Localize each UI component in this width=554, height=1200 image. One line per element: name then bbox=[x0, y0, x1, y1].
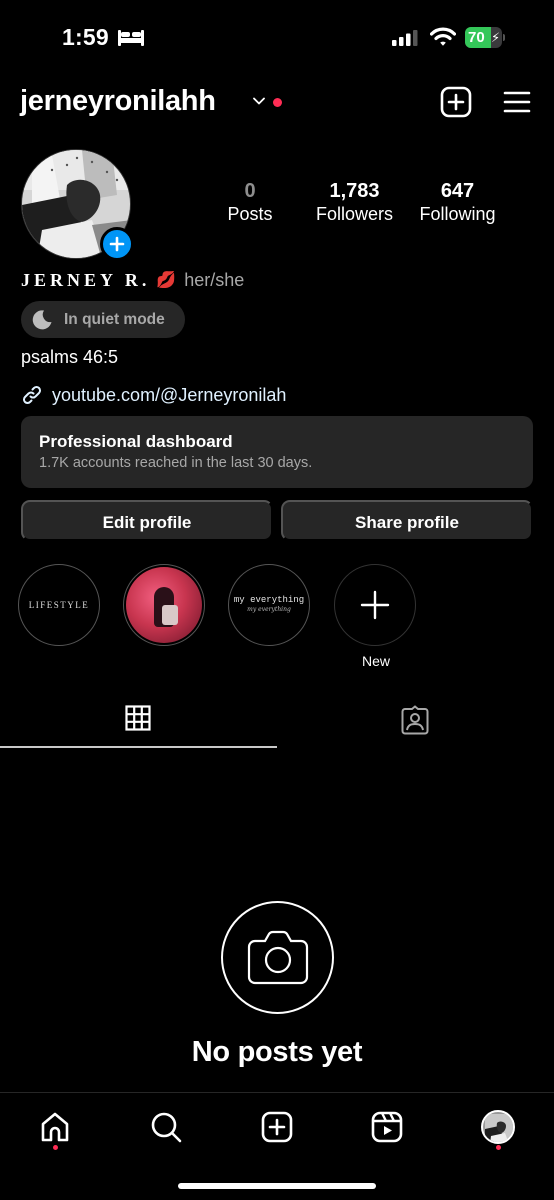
highlight-cover[interactable]: my everything my everything bbox=[228, 564, 310, 646]
stat-value: 1,783 bbox=[329, 180, 380, 202]
bio-link[interactable]: youtube.com/@Jerneyronilah bbox=[21, 383, 286, 407]
new-highlight-label: New bbox=[361, 653, 390, 669]
highlight-cover-text: LIFESTYLE bbox=[28, 600, 90, 610]
highlight-my-everything[interactable]: my everything my everything bbox=[228, 564, 312, 646]
stat-label: Followers bbox=[315, 204, 394, 224]
highlight-photo-image bbox=[126, 567, 202, 643]
camera-icon bbox=[247, 930, 309, 985]
nav-home[interactable] bbox=[37, 1109, 73, 1145]
stat-following[interactable]: 647 Following bbox=[410, 179, 505, 225]
profile-header: jerneyronilahh bbox=[0, 80, 554, 125]
stat-followers[interactable]: 1,783 Followers bbox=[307, 179, 402, 225]
chevron-down-icon[interactable] bbox=[252, 96, 266, 106]
link-icon bbox=[22, 385, 42, 405]
status-time: 1:59 bbox=[62, 24, 109, 50]
professional-dashboard-card[interactable]: Professional dashboard 1.7K accounts rea… bbox=[21, 416, 533, 488]
display-name: JERNEY R. bbox=[21, 269, 151, 290]
notification-dot bbox=[273, 98, 282, 107]
username-account-switcher[interactable]: jerneyronilahh bbox=[20, 85, 216, 118]
story-highlights: LIFESTYLE my everything my everything Ne… bbox=[0, 564, 554, 674]
charging-bolt-icon: ⚡ bbox=[491, 30, 501, 45]
dashboard-subtitle: 1.7K accounts reached in the last 30 day… bbox=[39, 455, 313, 471]
stat-posts[interactable]: 0 Posts bbox=[215, 179, 285, 225]
stat-value: 0 bbox=[244, 180, 256, 202]
dashboard-title: Professional dashboard bbox=[39, 432, 233, 451]
quiet-mode-badge[interactable]: In quiet mode bbox=[21, 301, 185, 338]
reels-icon bbox=[371, 1111, 403, 1143]
cellular-signal-icon bbox=[392, 30, 418, 46]
moon-icon bbox=[32, 310, 52, 330]
stat-label: Posts bbox=[227, 204, 273, 224]
link-text[interactable]: youtube.com/@Jerneyronilah bbox=[52, 385, 286, 406]
grid-icon bbox=[125, 705, 151, 731]
create-new-button[interactable] bbox=[440, 86, 472, 118]
highlight-cover[interactable] bbox=[123, 564, 205, 646]
wifi-icon bbox=[430, 27, 456, 46]
nav-reels[interactable] bbox=[369, 1109, 405, 1145]
add-story-button[interactable] bbox=[100, 227, 134, 261]
profile-avatar bbox=[481, 1110, 515, 1144]
edit-profile-button[interactable]: Edit profile bbox=[21, 500, 273, 541]
highlight-lifestyle[interactable]: LIFESTYLE bbox=[18, 564, 102, 646]
highlight-cover[interactable]: LIFESTYLE bbox=[18, 564, 100, 646]
bio-text: psalms 46:5 bbox=[21, 347, 119, 367]
bed-icon bbox=[118, 30, 144, 46]
home-notification-dot bbox=[53, 1145, 58, 1150]
search-icon bbox=[151, 1112, 182, 1143]
plus-square-icon bbox=[261, 1111, 293, 1143]
profile-content-tabs bbox=[0, 690, 554, 748]
tagged-person-icon bbox=[401, 705, 429, 735]
stat-label: Following bbox=[419, 204, 496, 224]
new-highlight-circle[interactable] bbox=[334, 564, 416, 646]
empty-state-title: No posts yet bbox=[191, 1036, 363, 1068]
highlight-cover-subtext: my everything bbox=[247, 606, 291, 613]
profile-notification-dot bbox=[496, 1145, 501, 1150]
highlight-photo[interactable] bbox=[123, 564, 207, 646]
highlight-cover-text: my everything bbox=[233, 595, 305, 605]
nav-create[interactable] bbox=[259, 1109, 295, 1145]
nav-profile[interactable] bbox=[480, 1109, 516, 1145]
profile-stats: 0 Posts 1,783 Followers 647 Following bbox=[205, 179, 515, 229]
hamburger-menu-icon[interactable] bbox=[503, 89, 531, 115]
home-indicator[interactable] bbox=[178, 1183, 376, 1189]
stat-value: 647 bbox=[440, 180, 475, 202]
profile-actions: Edit profile Share profile bbox=[21, 500, 533, 541]
nav-search[interactable] bbox=[148, 1109, 184, 1145]
quiet-mode-label: In quiet mode bbox=[64, 310, 165, 328]
share-profile-button[interactable]: Share profile bbox=[281, 500, 533, 541]
pronouns: her/she bbox=[184, 269, 245, 290]
tab-tagged[interactable] bbox=[277, 690, 554, 748]
plus-icon bbox=[109, 236, 125, 252]
empty-state-camera-circle bbox=[221, 901, 334, 1014]
new-highlight-button[interactable]: New bbox=[334, 564, 418, 669]
tab-posts-grid[interactable] bbox=[0, 690, 277, 748]
battery-indicator: 70 ⚡ bbox=[465, 27, 505, 48]
name-row: JERNEY R. 💋 her/she bbox=[21, 268, 244, 292]
lips-emoji: 💋 bbox=[156, 272, 177, 289]
status-bar: 1:59 70 ⚡ bbox=[0, 0, 554, 75]
profile-avatar-container[interactable] bbox=[21, 149, 134, 261]
home-icon bbox=[41, 1112, 69, 1142]
plus-icon bbox=[360, 590, 390, 620]
